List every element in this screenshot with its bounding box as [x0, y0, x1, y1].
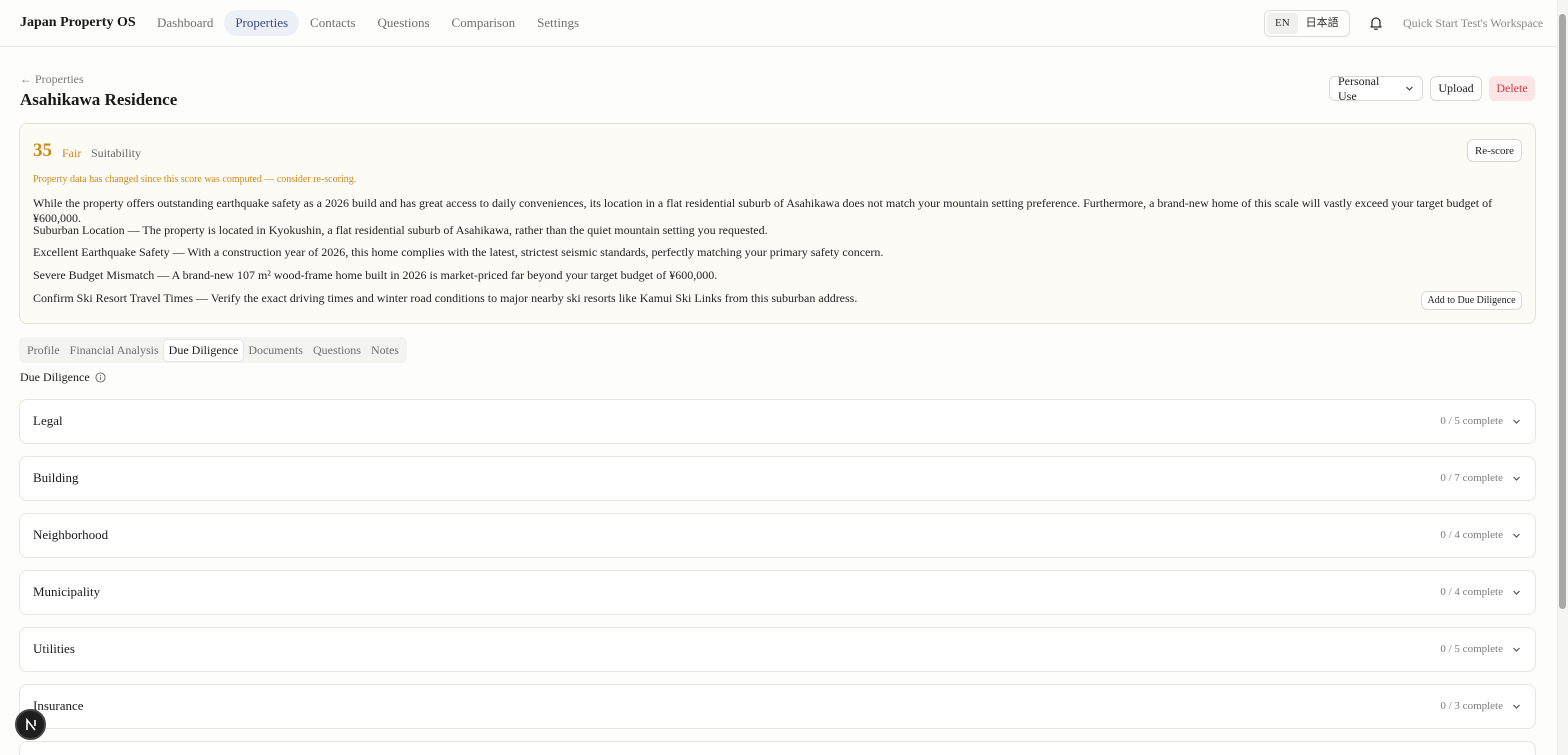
- app-brand[interactable]: Japan Property OS: [20, 15, 136, 31]
- dd-section-title: Municipality: [33, 584, 101, 599]
- due-diligence-label: Due Diligence: [20, 370, 90, 384]
- tab-due-diligence[interactable]: Due Diligence: [163, 339, 244, 361]
- tab-questions[interactable]: Questions: [308, 340, 366, 361]
- score-rating: Fair: [62, 146, 82, 160]
- dd-section-title: Insurance: [33, 698, 84, 713]
- score-point: Excellent Earthquake Safety — With a con…: [33, 245, 884, 259]
- chevron-down-icon: [1513, 590, 1520, 595]
- nav-dashboard[interactable]: Dashboard: [146, 10, 224, 36]
- nav-properties[interactable]: Properties: [224, 10, 300, 36]
- delete-button[interactable]: Delete: [1489, 76, 1535, 101]
- tab-profile[interactable]: Profile: [22, 340, 65, 361]
- dd-section-progress: 0 / 4 complete: [1440, 586, 1503, 598]
- tab-financial-analysis[interactable]: Financial Analysis: [65, 340, 164, 361]
- nav-settings[interactable]: Settings: [526, 10, 590, 36]
- n-logo-icon: [25, 717, 36, 730]
- nav-comparison[interactable]: Comparison: [441, 10, 527, 36]
- dd-section-title: Building: [33, 470, 79, 485]
- dd-section-title: Utilities: [33, 641, 75, 656]
- score-point: Confirm Ski Resort Travel Times — Verify…: [33, 291, 858, 305]
- nextjs-dev-badge[interactable]: [15, 709, 46, 740]
- info-icon[interactable]: [95, 372, 106, 383]
- score-summary: While the property offers outstanding ea…: [33, 196, 1493, 225]
- nav-questions[interactable]: Questions: [367, 10, 441, 36]
- chevron-down-icon: [1513, 533, 1520, 538]
- tab-notes[interactable]: Notes: [366, 340, 404, 361]
- chevron-down-icon: [1513, 647, 1520, 652]
- scrollbar-thumb[interactable]: [1559, 14, 1566, 609]
- chevron-down-icon: [1513, 476, 1520, 481]
- dd-section-progress: 0 / 3 complete: [1440, 700, 1503, 712]
- page-title: Asahikawa Residence: [20, 90, 178, 109]
- language-toggle: EN 日本語: [1264, 10, 1350, 37]
- dd-section-insurance[interactable]: Insurance 0 / 3 complete: [19, 684, 1536, 729]
- chevron-down-icon: [1513, 704, 1520, 709]
- upload-button[interactable]: Upload: [1430, 76, 1482, 101]
- bell-icon[interactable]: [1369, 16, 1383, 30]
- due-diligence-heading: Due Diligence: [20, 370, 106, 385]
- lang-ja[interactable]: 日本語: [1298, 13, 1347, 34]
- chevron-down-icon: [1513, 419, 1520, 424]
- dd-section-neighborhood[interactable]: Neighborhood 0 / 4 complete: [19, 513, 1536, 558]
- score-point: Suburban Location — The property is loca…: [33, 223, 768, 237]
- rescore-button[interactable]: Re-score: [1467, 139, 1522, 162]
- dd-section-utilities[interactable]: Utilities 0 / 5 complete: [19, 627, 1536, 672]
- dd-section-legal[interactable]: Legal 0 / 5 complete: [19, 399, 1536, 444]
- stale-score-warning: Property data has changed since this sco…: [33, 174, 357, 185]
- dd-section-title: Legal: [33, 413, 63, 428]
- dd-section-progress: 0 / 5 complete: [1440, 643, 1503, 655]
- top-navigation-bar: Japan Property OS Dashboard Properties C…: [0, 0, 1557, 47]
- dd-section-progress: 0 / 4 complete: [1440, 529, 1503, 541]
- dd-section-title: Neighborhood: [33, 527, 109, 542]
- use-type-label: Personal Use: [1338, 73, 1380, 103]
- back-to-properties-link[interactable]: ← Properties: [20, 72, 84, 87]
- score-point: Severe Budget Mismatch — A brand-new 107…: [33, 268, 718, 282]
- use-type-select[interactable]: Personal Use: [1329, 73, 1423, 103]
- dd-section-municipality[interactable]: Municipality 0 / 4 complete: [19, 570, 1536, 615]
- dd-section-progress: 0 / 5 complete: [1440, 415, 1503, 427]
- property-tabs: Profile Financial Analysis Due Diligence…: [19, 337, 407, 363]
- add-to-due-diligence-button[interactable]: Add to Due Diligence: [1421, 291, 1522, 310]
- dd-section-partial[interactable]: [19, 741, 1536, 755]
- nav-contacts[interactable]: Contacts: [299, 10, 367, 36]
- chevron-down-icon: [1406, 86, 1413, 91]
- score-value: 35: [33, 140, 52, 161]
- score-label: Suitability: [91, 146, 142, 160]
- main-nav: Dashboard Properties Contacts Questions …: [146, 10, 590, 36]
- dd-section-building[interactable]: Building 0 / 7 complete: [19, 456, 1536, 501]
- lang-en[interactable]: EN: [1267, 13, 1298, 34]
- tab-documents[interactable]: Documents: [243, 340, 308, 361]
- dd-section-progress: 0 / 7 complete: [1440, 472, 1503, 484]
- workspace-switcher[interactable]: Quick Start Test's Workspace: [1403, 16, 1543, 31]
